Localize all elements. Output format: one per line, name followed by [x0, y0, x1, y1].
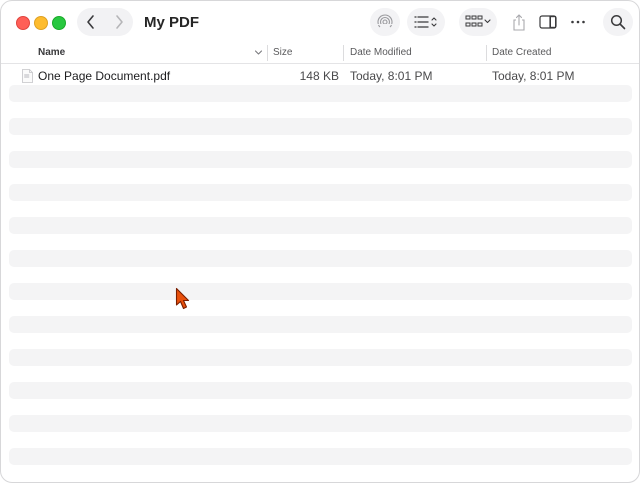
more-icon	[571, 20, 585, 24]
mouse-cursor-icon	[175, 287, 190, 310]
column-divider[interactable]	[267, 45, 268, 61]
column-header: Name Size Date Modified Date Created	[1, 43, 639, 64]
file-row[interactable]: One Page Document.pdf 148 KB Today, 8:01…	[1, 65, 639, 87]
toolbar: My PDF	[1, 1, 639, 43]
minimize-button[interactable]	[34, 16, 48, 30]
search-button[interactable]	[603, 8, 633, 36]
back-chevron-icon	[87, 15, 94, 29]
column-date-modified-header[interactable]: Date Modified	[350, 47, 412, 58]
list-view-icon	[414, 16, 437, 28]
more-button[interactable]	[567, 8, 589, 36]
search-icon	[610, 14, 626, 30]
column-name-header[interactable]: Name	[38, 47, 65, 58]
share-icon	[513, 14, 525, 31]
forward-chevron-icon	[116, 15, 123, 29]
back-button[interactable]	[77, 8, 105, 36]
navigation-group	[77, 8, 133, 36]
airdrop-button[interactable]	[370, 8, 400, 36]
share-button[interactable]	[509, 8, 529, 36]
airdrop-icon	[377, 14, 393, 30]
file-date-modified: Today, 8:01 PM	[350, 69, 433, 83]
forward-button[interactable]	[105, 8, 133, 36]
group-button[interactable]	[459, 8, 497, 36]
column-divider[interactable]	[343, 45, 344, 61]
close-button[interactable]	[16, 16, 30, 30]
sort-chevron-icon[interactable]	[254, 48, 263, 57]
file-name: One Page Document.pdf	[38, 69, 171, 83]
column-size-header[interactable]: Size	[273, 47, 292, 58]
window-title: My PDF	[144, 14, 200, 31]
column-date-created-header[interactable]: Date Created	[492, 47, 551, 58]
view-options-button[interactable]	[407, 8, 445, 36]
zoom-button[interactable]	[52, 16, 66, 30]
file-size: 148 KB	[299, 69, 339, 83]
pdf-file-icon	[22, 69, 33, 83]
file-date-created: Today, 8:01 PM	[492, 69, 575, 83]
sidebar-toggle-button[interactable]	[537, 8, 559, 36]
sidebar-toggle-icon	[539, 15, 557, 29]
finder-window: My PDF Name Size Date Modified Date Crea…	[0, 0, 640, 483]
group-grid-icon	[465, 15, 491, 27]
column-divider[interactable]	[486, 45, 487, 61]
